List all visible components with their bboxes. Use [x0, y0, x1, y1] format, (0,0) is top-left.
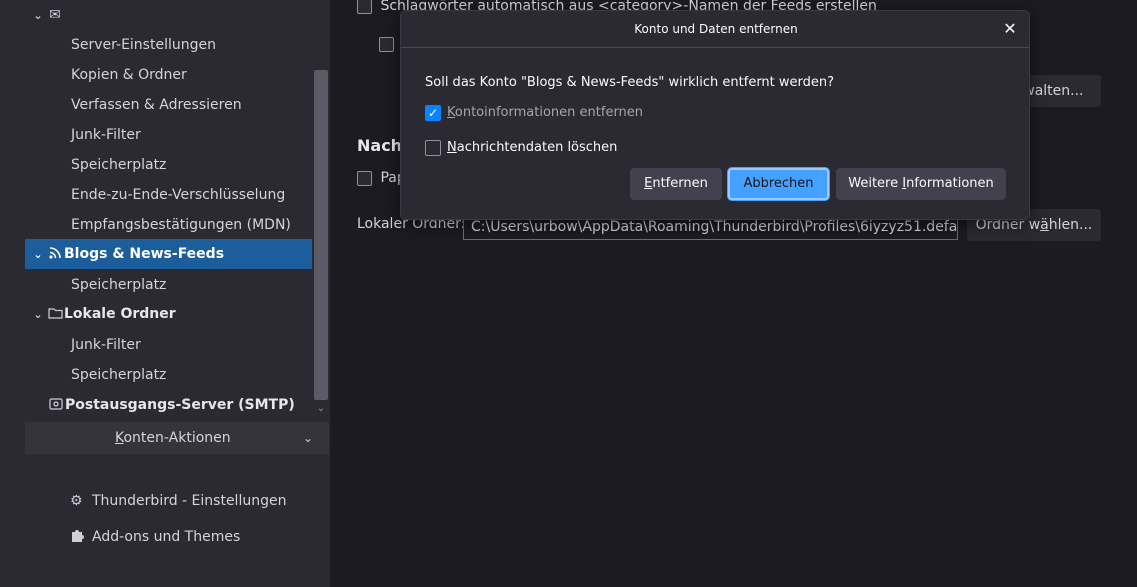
- sidebar-item-label: Empfangsbestätigungen (MDN): [71, 217, 291, 233]
- chevron-down-icon[interactable]: ⌄: [31, 300, 45, 330]
- chevron-down-icon: ⌄: [303, 431, 314, 445]
- checkbox-label: Kontoinformationen entfernen: [447, 105, 644, 120]
- cancel-button[interactable]: Abbrechen: [728, 168, 829, 200]
- delete-message-data-checkbox[interactable]: Nachrichtendaten löschen: [425, 139, 617, 157]
- addons-link[interactable]: Add-ons und Themes: [70, 525, 240, 549]
- sidebar-item-disk-space[interactable]: Speicherplatz: [25, 150, 312, 180]
- sidebar-item-junk[interactable]: Junk-Filter: [25, 120, 312, 150]
- mail-icon: ✉: [49, 7, 61, 23]
- sidebar-item-label: Speicherplatz: [71, 367, 167, 383]
- scroll-down-arrow-icon[interactable]: ⌄: [313, 402, 329, 416]
- sidebar-item-label: Kopien & Ordner: [71, 67, 187, 83]
- folder-icon: [46, 299, 64, 329]
- paper-checkbox[interactable]: [357, 170, 372, 186]
- sidebar-item-label: Verfassen & Adressieren: [71, 97, 242, 113]
- account-actions-button[interactable]: Konten-Aktionen ⌄: [25, 422, 329, 454]
- sidebar-item-label: Speicherplatz: [71, 277, 167, 293]
- sidebar-item-label: Junk-Filter: [71, 127, 141, 143]
- sidebar-item-copies-folders[interactable]: Kopien & Ordner: [25, 60, 312, 90]
- dialog-message: Soll das Konto "Blogs & News-Feeds" wirk…: [425, 75, 835, 90]
- auto-tags-checkbox[interactable]: [357, 0, 372, 14]
- account-sidebar: ⌄ ✉ Server-Einstellungen Kopien & Ordner …: [0, 0, 330, 587]
- gear-icon: ⚙: [70, 493, 83, 509]
- account-label: Blogs & News-Feeds: [64, 246, 225, 262]
- checkbox-label: Nachrichtendaten löschen: [447, 140, 618, 155]
- sidebar-item-feeds-disk-space[interactable]: Speicherplatz: [25, 270, 312, 300]
- account-row-smtp[interactable]: Postausgangs-Server (SMTP): [25, 390, 312, 420]
- account-row-mail[interactable]: ⌄ ✉: [25, 0, 312, 30]
- checkmark-icon[interactable]: ✓: [425, 104, 441, 121]
- sidebar-item-local-junk[interactable]: Junk-Filter: [25, 330, 312, 360]
- sidebar-item-label: Speicherplatz: [71, 157, 167, 173]
- sidebar-item-mdn[interactable]: Empfangsbestätigungen (MDN): [25, 210, 312, 240]
- account-actions-label: Konten-Aktionen: [115, 430, 231, 446]
- more-info-button[interactable]: Weitere Informationen: [836, 168, 1006, 200]
- account-label: Lokale Ordner: [64, 306, 176, 322]
- remove-account-info-checkbox[interactable]: ✓ Kontoinformationen entfernen: [425, 104, 643, 122]
- settings-link[interactable]: ⚙ Thunderbird - Einstellungen: [70, 489, 286, 513]
- dialog-divider: [401, 47, 1029, 48]
- sub-option-checkbox[interactable]: [379, 36, 394, 52]
- puzzle-icon: [70, 525, 92, 549]
- account-row-local[interactable]: ⌄ Lokale Ordner: [25, 299, 312, 329]
- sidebar-item-local-disk-space[interactable]: Speicherplatz: [25, 360, 312, 390]
- account-tree: ⌄ ✉ Server-Einstellungen Kopien & Ordner …: [25, 0, 313, 420]
- account-row-feeds[interactable]: ⌄ Blogs & News-Feeds: [25, 239, 312, 269]
- sidebar-item-e2e[interactable]: Ende-zu-Ende-Verschlüsselung: [25, 180, 312, 210]
- sidebar-item-composition[interactable]: Verfassen & Adressieren: [25, 90, 312, 120]
- dialog-title: Konto und Daten entfernen: [634, 22, 798, 36]
- account-label: Postausgangs-Server (SMTP): [65, 397, 295, 413]
- sidebar-item-label: Ende-zu-Ende-Verschlüsselung: [71, 187, 286, 203]
- remove-account-dialog: Konto und Daten entfernen ✕ Soll das Kon…: [400, 10, 1030, 220]
- sidebar-item-label: Junk-Filter: [71, 337, 141, 353]
- sidebar-scrollbar-thumb[interactable]: [314, 70, 328, 400]
- paper-setting[interactable]: Pap: [357, 170, 406, 186]
- rss-icon: [46, 239, 64, 269]
- remove-button[interactable]: Entfernen: [630, 168, 722, 200]
- sidebar-item-label: Server-Einstellungen: [71, 37, 216, 53]
- chevron-down-icon[interactable]: ⌄: [31, 240, 45, 270]
- sidebar-item-server-settings[interactable]: Server-Einstellungen: [25, 30, 312, 60]
- chevron-down-icon[interactable]: ⌄: [31, 1, 45, 31]
- checkbox-box[interactable]: [425, 139, 441, 156]
- outgoing-server-icon: [47, 390, 65, 420]
- close-icon[interactable]: ✕: [1001, 20, 1019, 38]
